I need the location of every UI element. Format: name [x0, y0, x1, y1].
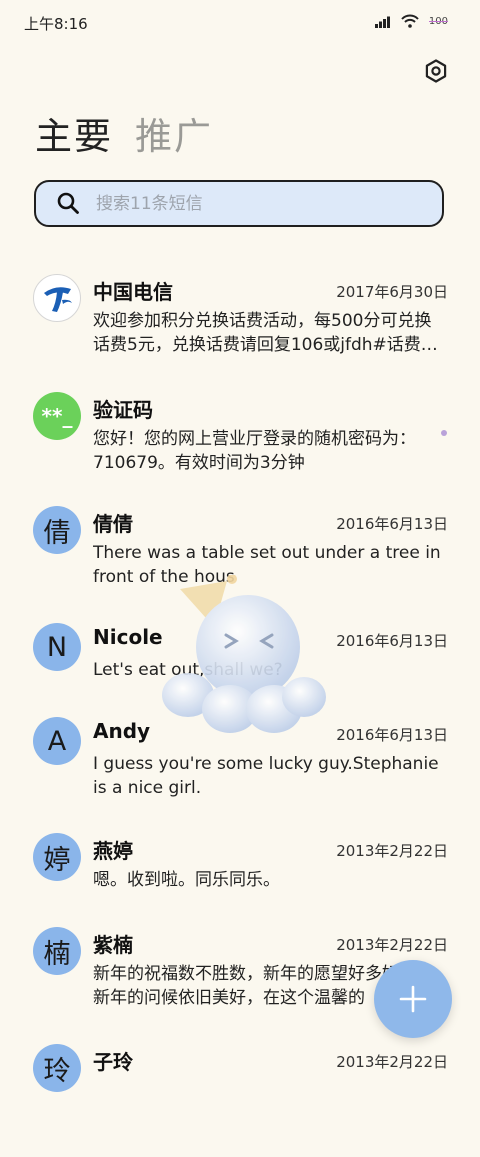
- list-item[interactable]: N Nicole 2016年6月13日 Let's eat out,shall …: [0, 619, 480, 713]
- message-date: 2013年2月22日: [336, 936, 448, 954]
- message-snippet: 嗯。收到啦。同乐同乐。: [93, 870, 280, 890]
- settings-button[interactable]: [422, 57, 450, 85]
- avatar: **_: [33, 392, 81, 440]
- contact-name: 燕婷: [93, 839, 133, 863]
- avatar: A: [33, 717, 81, 765]
- china-telecom-logo: [44, 287, 72, 312]
- contact-name: 倩倩: [93, 512, 133, 536]
- avatar: [33, 274, 81, 322]
- compose-button[interactable]: [374, 960, 452, 1038]
- avatar: 楠: [33, 927, 81, 975]
- wifi-icon: [401, 14, 419, 28]
- avatar: 婷: [33, 833, 81, 881]
- list-item[interactable]: 倩 倩倩 2016年6月13日 There was a table set ou…: [0, 502, 480, 619]
- list-item[interactable]: 中国电信 2017年6月30日 欢迎参加积分兑换话费活动，每500分可兑换话费5…: [0, 270, 480, 388]
- avatar: 倩: [33, 506, 81, 554]
- plus-icon: [399, 985, 427, 1013]
- status-bar: 上午8:16 100: [0, 0, 480, 46]
- message-snippet: I guess you're some lucky guy.Stephanie …: [93, 754, 439, 798]
- tab-main[interactable]: 主要: [35, 112, 113, 162]
- list-item[interactable]: 玲 子玲 2013年2月22日: [0, 1040, 480, 1157]
- message-date: 2013年2月22日: [336, 1053, 448, 1071]
- avatar: 玲: [33, 1044, 81, 1092]
- status-time: 上午8:16: [24, 15, 88, 33]
- contact-name: Andy: [93, 719, 151, 743]
- message-snippet: 您好！您的网上营业厅登录的随机密码为：710679。有效时间为3分钟: [93, 429, 416, 473]
- search-bar[interactable]: [34, 180, 444, 227]
- search-icon: [56, 191, 82, 217]
- battery-indicator: 100: [428, 15, 449, 27]
- tab-promotions[interactable]: 推广: [135, 112, 213, 162]
- message-date: 2016年6月13日: [336, 515, 448, 533]
- message-date: 2016年6月13日: [336, 726, 448, 744]
- list-item[interactable]: A Andy 2016年6月13日 I guess you're some lu…: [0, 713, 480, 829]
- message-date: 2016年6月13日: [336, 632, 448, 650]
- unread-dot: [441, 430, 447, 436]
- settings-icon: [425, 59, 447, 83]
- contact-name: 子玲: [93, 1050, 133, 1074]
- message-date: 2013年2月22日: [336, 842, 448, 860]
- contact-name: Nicole: [93, 625, 163, 649]
- message-date: 2017年6月30日: [336, 283, 448, 301]
- avatar: N: [33, 623, 81, 671]
- search-input[interactable]: [94, 192, 442, 215]
- message-snippet: 欢迎参加积分兑换话费活动，每500分可兑换话费5元，兑换话费请回复106或jfd…: [93, 311, 438, 355]
- message-snippet: Let's eat out,shall we?: [93, 660, 283, 680]
- signal-icon: [374, 16, 390, 28]
- contact-name: 紫楠: [93, 933, 133, 957]
- list-item[interactable]: 婷 燕婷 2013年2月22日 嗯。收到啦。同乐同乐。: [0, 829, 480, 923]
- contact-name: 中国电信: [93, 280, 173, 304]
- contact-name: 验证码: [93, 398, 153, 422]
- message-snippet: There was a table set out under a tree i…: [93, 543, 441, 587]
- list-item[interactable]: **_ 验证码 您好！您的网上营业厅登录的随机密码为：710679。有效时间为3…: [0, 388, 480, 502]
- tab-bar: 主要 推广: [35, 112, 213, 162]
- status-icons: 100: [374, 14, 450, 28]
